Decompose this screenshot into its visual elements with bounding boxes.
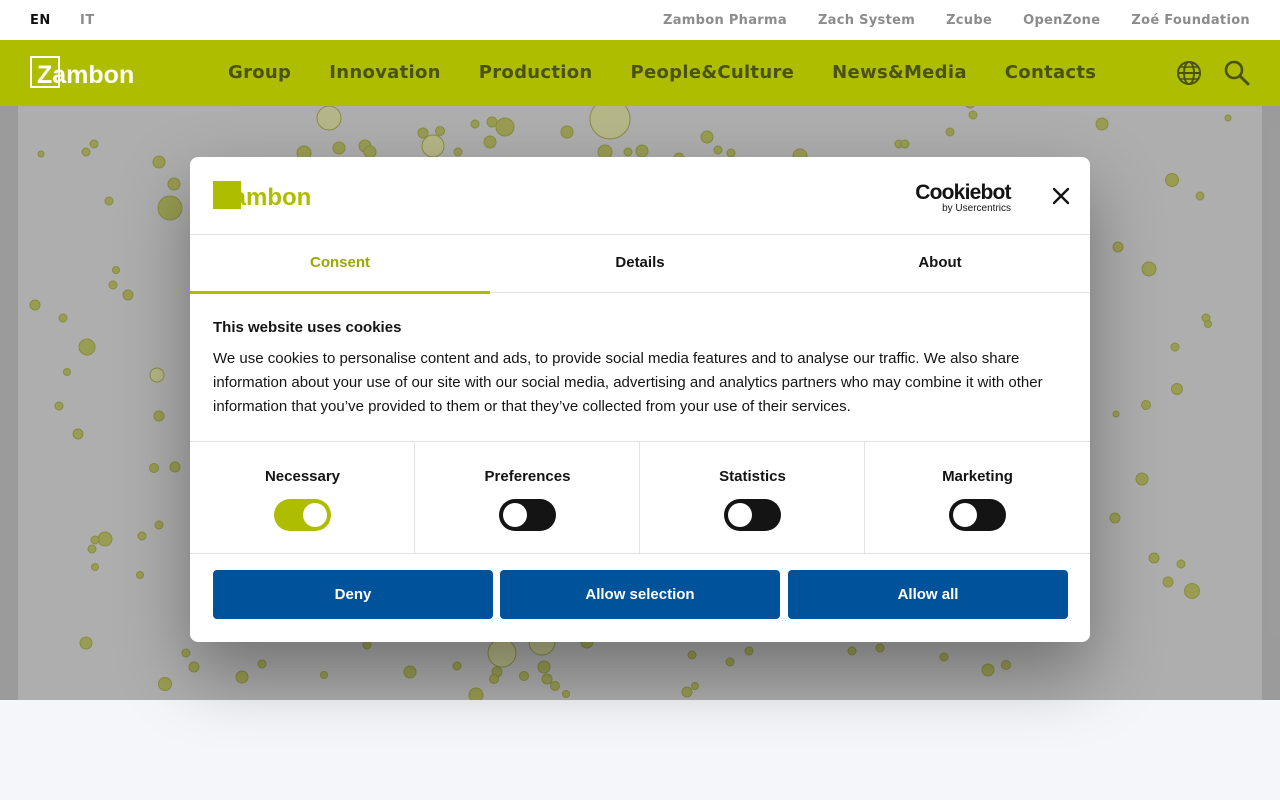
category-label: Marketing	[942, 468, 1013, 485]
zambon-logo-text: Zambon	[37, 61, 134, 89]
dialog-header: Zambon Cookiebot by Usercentrics	[190, 157, 1090, 235]
toggle-knob	[953, 503, 977, 527]
cookie-consent-dialog: Zambon Cookiebot by Usercentrics Consent…	[190, 157, 1090, 642]
nav-group[interactable]: Group	[228, 62, 291, 83]
sister-link-zambon-pharma[interactable]: Zambon Pharma	[663, 13, 787, 28]
category-marketing: Marketing	[865, 442, 1090, 554]
dialog-tabs: Consent Details About	[190, 235, 1090, 294]
nav-news-media[interactable]: News&Media	[832, 62, 967, 83]
top-utility-bar: EN IT Zambon Pharma Zach System Zcube Op…	[0, 0, 1280, 40]
cookiebot-brand: Cookiebot	[915, 181, 1011, 204]
category-label: Preferences	[484, 468, 571, 485]
cookiebot-sub: by Usercentrics	[942, 203, 1011, 213]
category-necessary: Necessary	[190, 442, 415, 554]
deny-button[interactable]: Deny	[213, 570, 493, 619]
dialog-logo-text: Zambon	[218, 184, 311, 211]
nav-contacts[interactable]: Contacts	[1005, 62, 1097, 83]
toggle-knob	[728, 503, 752, 527]
nav-people-culture[interactable]: People&Culture	[631, 62, 795, 83]
preferences-toggle[interactable]	[499, 499, 556, 531]
dialog-body-text: We use cookies to personalise content an…	[213, 350, 1043, 415]
sister-link-openzone[interactable]: OpenZone	[1023, 13, 1100, 28]
category-statistics: Statistics	[640, 442, 865, 554]
marketing-toggle[interactable]	[949, 499, 1006, 531]
globe-icon[interactable]	[1176, 60, 1202, 86]
category-preferences: Preferences	[415, 442, 640, 554]
necessary-toggle[interactable]	[274, 499, 331, 531]
lang-en-link[interactable]: EN	[30, 13, 51, 28]
dialog-zambon-logo: Zambon	[213, 181, 311, 211]
allow-selection-button[interactable]: Allow selection	[500, 570, 780, 619]
tab-details[interactable]: Details	[490, 235, 790, 293]
nav-innovation[interactable]: Innovation	[329, 62, 441, 83]
category-label: Statistics	[719, 468, 786, 485]
sister-link-zcube[interactable]: Zcube	[946, 13, 992, 28]
zambon-logo[interactable]: Zambon	[30, 56, 146, 90]
nav-production[interactable]: Production	[479, 62, 593, 83]
sister-link-zach-system[interactable]: Zach System	[818, 13, 915, 28]
main-nav: Group Innovation Production People&Cultu…	[228, 62, 1096, 83]
tab-about[interactable]: About	[790, 235, 1090, 293]
cookiebot-logo[interactable]: Cookiebot by Usercentrics	[910, 179, 1016, 213]
category-label: Necessary	[264, 468, 341, 485]
sister-link-zoe-foundation[interactable]: Zoé Foundation	[1131, 13, 1250, 28]
sister-sites-nav: Zambon Pharma Zach System Zcube OpenZone…	[663, 13, 1250, 28]
toggle-knob	[503, 503, 527, 527]
cookie-categories: Necessary Preferences Statistics Marketi…	[190, 441, 1090, 554]
main-header: Zambon Group Innovation Production Peopl…	[0, 40, 1280, 106]
statistics-toggle[interactable]	[724, 499, 781, 531]
search-icon[interactable]	[1224, 60, 1250, 86]
lang-it-link[interactable]: IT	[80, 13, 95, 28]
toggle-knob	[303, 503, 327, 527]
tab-consent[interactable]: Consent	[190, 235, 490, 294]
allow-all-button[interactable]: Allow all	[788, 570, 1068, 619]
close-icon[interactable]	[1050, 185, 1072, 207]
dialog-title: This website uses cookies	[213, 319, 402, 336]
